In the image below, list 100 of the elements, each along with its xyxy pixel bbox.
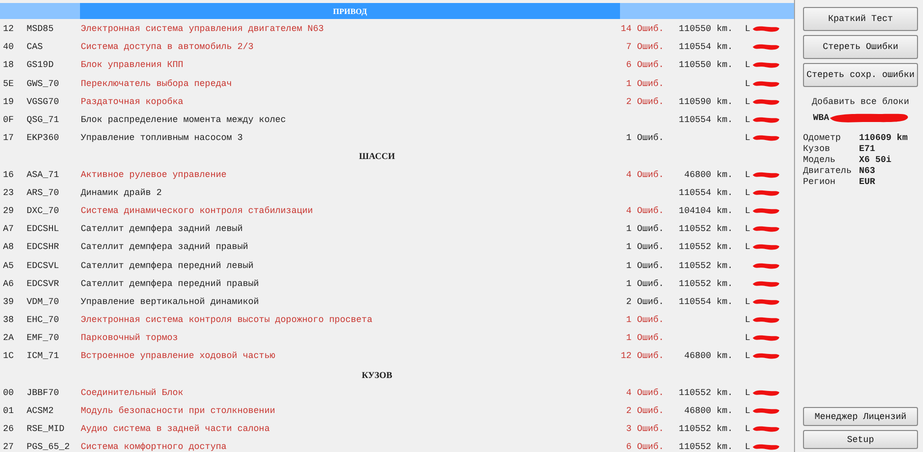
module-address: 17 — [2, 133, 15, 144]
module-name: Система динамического контроля стабилизации — [80, 206, 314, 216]
module-address: 2A — [2, 333, 15, 344]
module-name: Модуль безопасности при столкновении — [80, 406, 276, 416]
module-address: 27 — [2, 442, 15, 452]
module-name: Блок управления КПП — [80, 60, 184, 70]
error-count: 1 Ошиб. — [626, 242, 664, 252]
error-count: 7 Ошиб. — [626, 42, 664, 52]
row-tail-text: L — [744, 406, 750, 416]
module-address: 38 — [2, 315, 15, 326]
mileage: 46800 km. — [684, 406, 733, 416]
module-address: 12 — [2, 24, 15, 34]
row-tail-text: L — [744, 188, 750, 198]
module-address: 1C — [2, 351, 15, 362]
module-code: GWS_70 — [26, 78, 60, 89]
module-code: CAS — [26, 42, 44, 52]
row-tail-text: L — [744, 296, 750, 307]
info-label: Одометр — [803, 133, 842, 143]
module-name: Сателлит демпфера задний левый — [80, 224, 244, 234]
row-tail-text: L — [744, 96, 750, 107]
section-title: КУЗОВ — [362, 370, 392, 380]
row-tail-text: L — [744, 333, 750, 344]
info-label: Кузов — [803, 144, 832, 154]
module-address: 18 — [2, 60, 15, 70]
module-code: VGSG70 — [26, 96, 60, 107]
module-address: 5E — [2, 78, 15, 89]
module-name: Сателлит демпфера передний правый — [80, 278, 260, 289]
module-name: Активное рулевое управление — [80, 170, 228, 180]
error-count: 1 Ошиб. — [626, 315, 664, 326]
module-code: EDCSVL — [26, 260, 60, 271]
error-count: 4 Ошиб. — [626, 206, 664, 216]
module-code: VDM_70 — [26, 296, 60, 307]
mileage: 110554 km. — [678, 188, 733, 198]
mileage: 110552 km. — [678, 242, 733, 252]
module-address: 26 — [2, 424, 15, 434]
module-name: Сателлит демпфера задний правый — [80, 242, 250, 252]
module-address: 16 — [2, 170, 15, 180]
module-name: Динамик драйв 2 — [80, 188, 163, 198]
info-value: EUR — [859, 177, 876, 187]
mileage: 110590 km. — [678, 96, 733, 107]
action-button[interactable]: Менеджер Лицензий — [803, 407, 918, 426]
mileage: 110554 km. — [678, 115, 733, 126]
row-tail-text: L — [744, 424, 750, 434]
info-label: Модель — [803, 155, 836, 165]
row-tail-text: L — [744, 351, 750, 362]
error-count: 2 Ошиб. — [626, 296, 664, 307]
module-name: Электронная система контроля высоты дорожного просвета — [80, 315, 374, 326]
row-tail-text: L — [744, 78, 750, 89]
error-count: 14 Ошиб. — [620, 24, 664, 34]
module-name: Раздаточная коробка — [80, 96, 184, 107]
error-count: 2 Ошиб. — [626, 96, 664, 107]
mileage: 110552 km. — [678, 442, 733, 452]
module-address: A7 — [2, 224, 15, 234]
module-name: Электронная система управления двигателем N63 — [80, 24, 325, 34]
module-code: ARS_70 — [26, 188, 60, 198]
module-code: QSG_71 — [26, 115, 60, 126]
action-button[interactable]: Setup — [803, 430, 918, 449]
mileage: 110554 km. — [678, 296, 733, 307]
module-address: A5 — [2, 260, 15, 271]
error-count: 6 Ошиб. — [626, 60, 664, 70]
module-code: MSD85 — [26, 24, 55, 34]
module-address: 19 — [2, 96, 15, 107]
module-code: EMF_70 — [26, 333, 60, 344]
mileage: 110552 km. — [678, 424, 733, 434]
row-tail-text: L — [744, 224, 750, 234]
module-name: Управление топливным насосом 3 — [80, 133, 244, 144]
mileage: 110550 km. — [678, 60, 733, 70]
action-button[interactable]: Стереть Ошибки — [803, 35, 918, 59]
mileage: 110554 km. — [678, 42, 733, 52]
info-value: E71 — [859, 144, 876, 154]
action-button[interactable]: Краткий Тест — [803, 7, 918, 31]
action-button[interactable]: Стереть сохр. ошибки — [803, 63, 918, 87]
mileage: 110552 km. — [678, 278, 733, 289]
mileage: 46800 km. — [684, 351, 733, 362]
add-all-label[interactable]: Добавить все блоки — [803, 97, 918, 107]
module-name: Система комфортного доступа — [80, 442, 228, 452]
mileage: 110552 km. — [678, 388, 733, 398]
error-count: 2 Ошиб. — [626, 406, 664, 416]
error-count: 1 Ошиб. — [626, 278, 664, 289]
row-tail-text: L — [744, 442, 750, 452]
row-tail-text: L — [744, 115, 750, 126]
module-code: JBBF70 — [26, 388, 60, 398]
info-label: Двигатель — [803, 166, 853, 176]
module-code: EKP360 — [26, 133, 60, 144]
module-code: EDCSHL — [26, 224, 60, 234]
mileage: 110550 km. — [678, 24, 733, 34]
error-count: 6 Ошиб. — [626, 442, 664, 452]
error-count: 1 Ошиб. — [626, 260, 664, 271]
module-address: 0F — [2, 115, 15, 126]
info-value: N63 — [859, 166, 876, 176]
error-count: 1 Ошиб. — [626, 133, 664, 144]
mileage: 110552 km. — [678, 260, 733, 271]
module-address: 29 — [2, 206, 15, 216]
module-name: Переключатель выбора передач — [80, 78, 233, 89]
info-value: 110609 km — [859, 133, 909, 143]
module-name: Встроенное управление ходовой частью — [80, 351, 276, 362]
module-address: 40 — [2, 42, 15, 52]
module-name: Управление вертикальной динамикой — [80, 296, 260, 307]
module-name: Блок распределение момента между колес — [80, 115, 287, 126]
error-count: 4 Ошиб. — [626, 388, 664, 398]
